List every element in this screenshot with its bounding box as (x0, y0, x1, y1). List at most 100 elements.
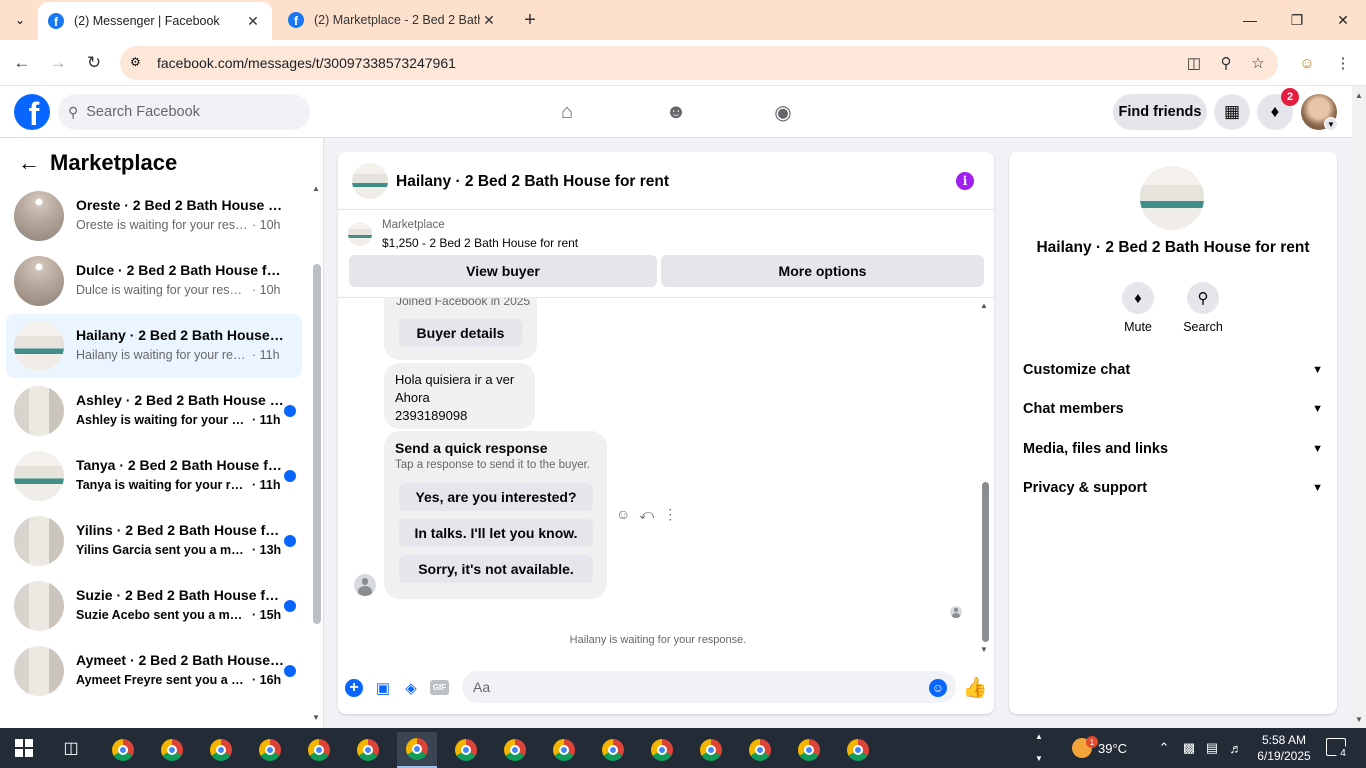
customize-chat-row[interactable]: Customize chat ▼ (1017, 352, 1329, 388)
scroll-up-arrow-icon[interactable]: ▲ (980, 301, 988, 310)
scroll-down-arrow-icon[interactable]: ▼ (1352, 712, 1366, 726)
taskbar-chrome-app[interactable] (250, 732, 290, 768)
back-arrow-icon[interactable]: ← (9, 50, 35, 76)
conversation-item[interactable]: Tanya · 2 Bed 2 Bath House fo... Tanya is… (6, 444, 302, 508)
zoom-icon[interactable]: ⚲ (1216, 53, 1236, 73)
taskbar-chrome-app[interactable] (348, 732, 388, 768)
taskbar-chrome-app[interactable] (397, 732, 437, 768)
listing-price-title[interactable]: $1,250 - 2 Bed 2 Bath House for rent (382, 236, 578, 250)
quick-reply-not-available-button[interactable]: Sorry, it's not available. (399, 555, 593, 583)
conversation-item[interactable]: Yilins · 2 Bed 2 Bath House for... Yilins… (6, 509, 302, 573)
search-box[interactable]: ⚲ (58, 94, 310, 130)
browser-menu-icon[interactable]: ⋮ (1330, 50, 1356, 76)
message-input[interactable] (462, 671, 956, 703)
scroll-down-arrow-icon[interactable]: ▼ (980, 645, 988, 654)
find-friends-button[interactable]: Find friends (1113, 94, 1207, 130)
friends-icon[interactable]: ☻ (662, 98, 690, 126)
search-action[interactable]: ⚲ Search (1173, 282, 1233, 334)
privacy-support-row[interactable]: Privacy & support ▼ (1017, 470, 1329, 506)
conversation-item[interactable]: Hailany · 2 Bed 2 Bath House fo... Hailan… (6, 314, 302, 378)
taskbar-chrome-app[interactable] (152, 732, 192, 768)
network-icon[interactable]: ▤ (1203, 738, 1221, 758)
thumbs-up-icon[interactable]: 👍 (963, 676, 988, 699)
taskbar-chrome-app[interactable] (299, 732, 339, 768)
start-button[interactable] (0, 728, 48, 768)
react-smiley-icon[interactable]: ☺ (616, 506, 630, 524)
taskbar-chrome-app[interactable] (740, 732, 780, 768)
search-icon[interactable]: ⚲ (1187, 282, 1219, 314)
sender-avatar[interactable] (354, 574, 376, 596)
task-view-icon[interactable]: ◫ (60, 738, 82, 758)
gif-icon[interactable]: GIF (430, 680, 449, 695)
info-icon[interactable]: i (956, 172, 974, 190)
scroll-up-arrow-icon[interactable]: ▲ (1352, 88, 1366, 102)
site-info-icon[interactable]: ⚙ (130, 55, 146, 71)
taskbar-chrome-app[interactable] (103, 732, 143, 768)
account-chevron-down-icon[interactable]: ▼ (1324, 117, 1338, 131)
tray-chevron-up-icon[interactable]: ⌃ (1155, 738, 1173, 758)
new-tab-plus-icon[interactable]: + (518, 8, 542, 32)
address-bar[interactable]: ⚙ facebook.com/messages/t/30097338573247… (120, 46, 1278, 80)
install-app-icon[interactable]: ◫ (1184, 53, 1204, 73)
chevron-down-icon[interactable]: ▼ (1035, 754, 1043, 763)
taskbar-chrome-app[interactable] (544, 732, 584, 768)
browser-tab-marketplace[interactable]: f (2) Marketplace - 2 Bed 2 Bath House f… (278, 0, 508, 40)
menu-grid-icon[interactable]: ▦ (1214, 94, 1250, 130)
taskbar-chrome-app[interactable] (642, 732, 682, 768)
chat-title[interactable]: Hailany · 2 Bed 2 Bath House for rent (396, 173, 669, 191)
scroll-up-arrow-icon[interactable]: ▲ (311, 184, 321, 193)
home-icon[interactable]: ⌂ (553, 98, 581, 126)
taskbar-chrome-app[interactable] (495, 732, 535, 768)
browser-tab-messenger[interactable]: f (2) Messenger | Facebook ✕ (38, 2, 272, 40)
more-dots-icon[interactable]: ⋮ (663, 506, 677, 524)
volume-icon[interactable]: ♬ (1227, 738, 1245, 758)
reply-arrow-icon[interactable]: ⤺ (639, 506, 654, 524)
page-scrollbar[interactable]: ▲ ▼ (1352, 86, 1366, 728)
reload-icon[interactable]: ↻ (81, 50, 107, 76)
bell-icon[interactable]: ♦ (1122, 282, 1154, 314)
sidebar-scrollbar-thumb[interactable] (313, 264, 321, 624)
taskbar-chrome-app[interactable] (838, 732, 878, 768)
taskbar-chrome-app[interactable] (201, 732, 241, 768)
quick-reply-in-talks-button[interactable]: In talks. I'll let you know. (399, 519, 593, 547)
system-clock[interactable]: 5:58 AM 6/19/2025 (1254, 732, 1314, 764)
scroll-down-arrow-icon[interactable]: ▼ (311, 713, 321, 722)
profile-icon[interactable]: ☺ (1294, 50, 1320, 76)
info-avatar[interactable] (1140, 166, 1204, 230)
more-options-button[interactable]: More options (661, 255, 984, 287)
taskbar-scroll[interactable]: ▲ ▼ (1034, 728, 1046, 768)
forward-arrow-icon[interactable]: → (45, 50, 71, 76)
taskbar-chrome-app[interactable] (593, 732, 633, 768)
chat-avatar[interactable] (352, 163, 388, 199)
conversation-item[interactable]: Aymeet · 2 Bed 2 Bath House f... Aymeet F… (6, 639, 302, 703)
conversation-item[interactable]: Ashley · 2 Bed 2 Bath House f... Ashley i… (6, 379, 302, 443)
view-buyer-button[interactable]: View buyer (349, 255, 657, 287)
url-text[interactable]: facebook.com/messages/t/3009733857324796… (157, 55, 456, 71)
message-scrollbar-thumb[interactable] (982, 482, 989, 642)
plus-icon[interactable]: + (345, 679, 363, 697)
close-window-icon[interactable]: ✕ (1329, 6, 1357, 34)
conversation-item[interactable]: Dulce · 2 Bed 2 Bath House for r... Dulce… (6, 249, 302, 313)
groups-icon[interactable]: ◉ (769, 98, 797, 126)
buyer-details-button[interactable]: Buyer details (399, 319, 522, 347)
taskbar-chrome-app[interactable] (691, 732, 731, 768)
search-input[interactable] (86, 104, 287, 120)
sticker-icon[interactable]: ◈ (401, 678, 421, 698)
weather-widget[interactable]: 39°C (1072, 736, 1127, 760)
chat-members-row[interactable]: Chat members ▼ (1017, 391, 1329, 427)
taskbar-chrome-app[interactable] (446, 732, 486, 768)
emoji-icon[interactable]: ☺ (929, 679, 947, 697)
back-arrow-icon[interactable]: ← (16, 150, 42, 176)
facebook-logo[interactable]: f (14, 94, 50, 130)
tab-close-icon[interactable]: ✕ (480, 12, 498, 29)
restore-window-icon[interactable]: ❐ (1283, 6, 1311, 34)
message-bubble[interactable]: Hola quisiera ir a ver Ahora 2393189098 (384, 363, 535, 429)
photo-icon[interactable]: ▣ (373, 678, 393, 698)
minimize-window-icon[interactable]: — (1236, 6, 1264, 34)
chevron-up-icon[interactable]: ▲ (1035, 732, 1043, 741)
bookmark-star-icon[interactable]: ☆ (1248, 53, 1268, 73)
quick-reply-interested-button[interactable]: Yes, are you interested? (399, 483, 593, 511)
mute-action[interactable]: ♦ Mute (1108, 282, 1168, 334)
taskbar-chrome-app[interactable] (789, 732, 829, 768)
conversation-item[interactable]: Suzie · 2 Bed 2 Bath House for... Suzie A… (6, 574, 302, 638)
